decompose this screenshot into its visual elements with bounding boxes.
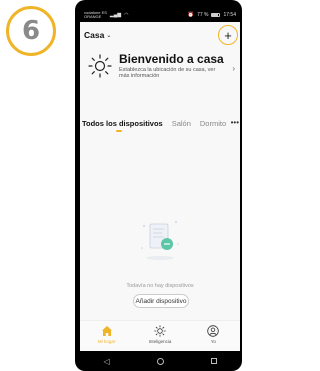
empty-state: Todavía no hay dispositivos Añadir dispo…: [80, 218, 240, 308]
tutorial-step-view: 6 vodafone ES ORANGE ▂▄▆ ◠ ⏰ 77 % 17:54: [0, 0, 242, 371]
tab-salon[interactable]: Salón: [172, 119, 191, 128]
sun-icon: [154, 325, 166, 337]
android-system-nav: ◁: [80, 351, 240, 371]
battery-percent: 77 %: [197, 12, 209, 18]
step-number: 6: [21, 16, 41, 46]
signal-icon: ▂▄▆: [109, 11, 122, 18]
back-icon[interactable]: ◁: [103, 357, 109, 366]
chevron-right-icon[interactable]: ›: [232, 64, 235, 73]
user-icon: [207, 325, 220, 337]
welcome-banner[interactable]: Bienvenido a casa Establezca la ubicació…: [80, 52, 240, 98]
room-tabs: Todos los dispositivos Salón Dormito •••: [80, 114, 240, 132]
nav-label-home: Mi hogar: [97, 339, 116, 344]
battery-icon: [211, 13, 221, 17]
nav-label-intelligence: Inteligencia: [148, 339, 172, 344]
home-circle-icon[interactable]: [156, 357, 164, 365]
wifi-icon: ◠: [124, 11, 129, 18]
phone-frame: vodafone ES ORANGE ▂▄▆ ◠ ⏰ 77 % 17:54 Ca…: [75, 0, 242, 371]
add-device-plus-button[interactable]: +: [218, 25, 238, 45]
welcome-subtitle: Establezca la ubicación de su casa, ver …: [119, 67, 216, 79]
carrier-block: vodafone ES ORANGE: [84, 11, 107, 19]
add-device-button[interactable]: Añadir dispositivo: [133, 294, 189, 308]
welcome-text: Bienvenido a casa Establezca la ubicació…: [119, 52, 225, 79]
bottom-navigation: Mi hogar Inteligencia Yo: [80, 320, 240, 351]
status-right: ⏰ 77 % 17:54: [188, 12, 236, 18]
status-left: vodafone ES ORANGE ▂▄▆ ◠: [84, 11, 129, 19]
nav-item-home[interactable]: Mi hogar: [87, 325, 127, 344]
plus-icon: +: [224, 27, 232, 43]
sun-icon: [88, 54, 112, 78]
nav-item-me[interactable]: Yo: [193, 325, 233, 344]
step-number-badge: 6: [6, 6, 56, 56]
nav-label-me: Yo: [210, 339, 216, 344]
home-icon: [101, 326, 112, 336]
alarm-icon: ⏰: [187, 12, 195, 18]
tab-all-devices[interactable]: Todos los dispositivos: [82, 119, 163, 132]
status-time: 17:54: [223, 12, 236, 18]
tab-dormitorio[interactable]: Dormito: [200, 119, 226, 128]
app-header: Casa ⌄ +: [80, 22, 240, 48]
welcome-title: Bienvenido a casa: [119, 52, 224, 66]
carrier-line2: ORANGE: [84, 14, 102, 19]
nav-item-intelligence[interactable]: Inteligencia: [140, 325, 180, 344]
empty-state-message: Todavía no hay dispositivos: [126, 283, 194, 289]
chevron-down-icon[interactable]: ⌄: [106, 32, 111, 39]
app-screen: vodafone ES ORANGE ▂▄▆ ◠ ⏰ 77 % 17:54 Ca…: [80, 8, 240, 351]
empty-devices-illustration: [141, 221, 179, 260]
status-bar: vodafone ES ORANGE ▂▄▆ ◠ ⏰ 77 % 17:54: [80, 8, 240, 22]
home-selector[interactable]: Casa: [84, 30, 104, 40]
more-icon[interactable]: •••: [228, 118, 239, 127]
recents-icon[interactable]: [210, 358, 217, 364]
